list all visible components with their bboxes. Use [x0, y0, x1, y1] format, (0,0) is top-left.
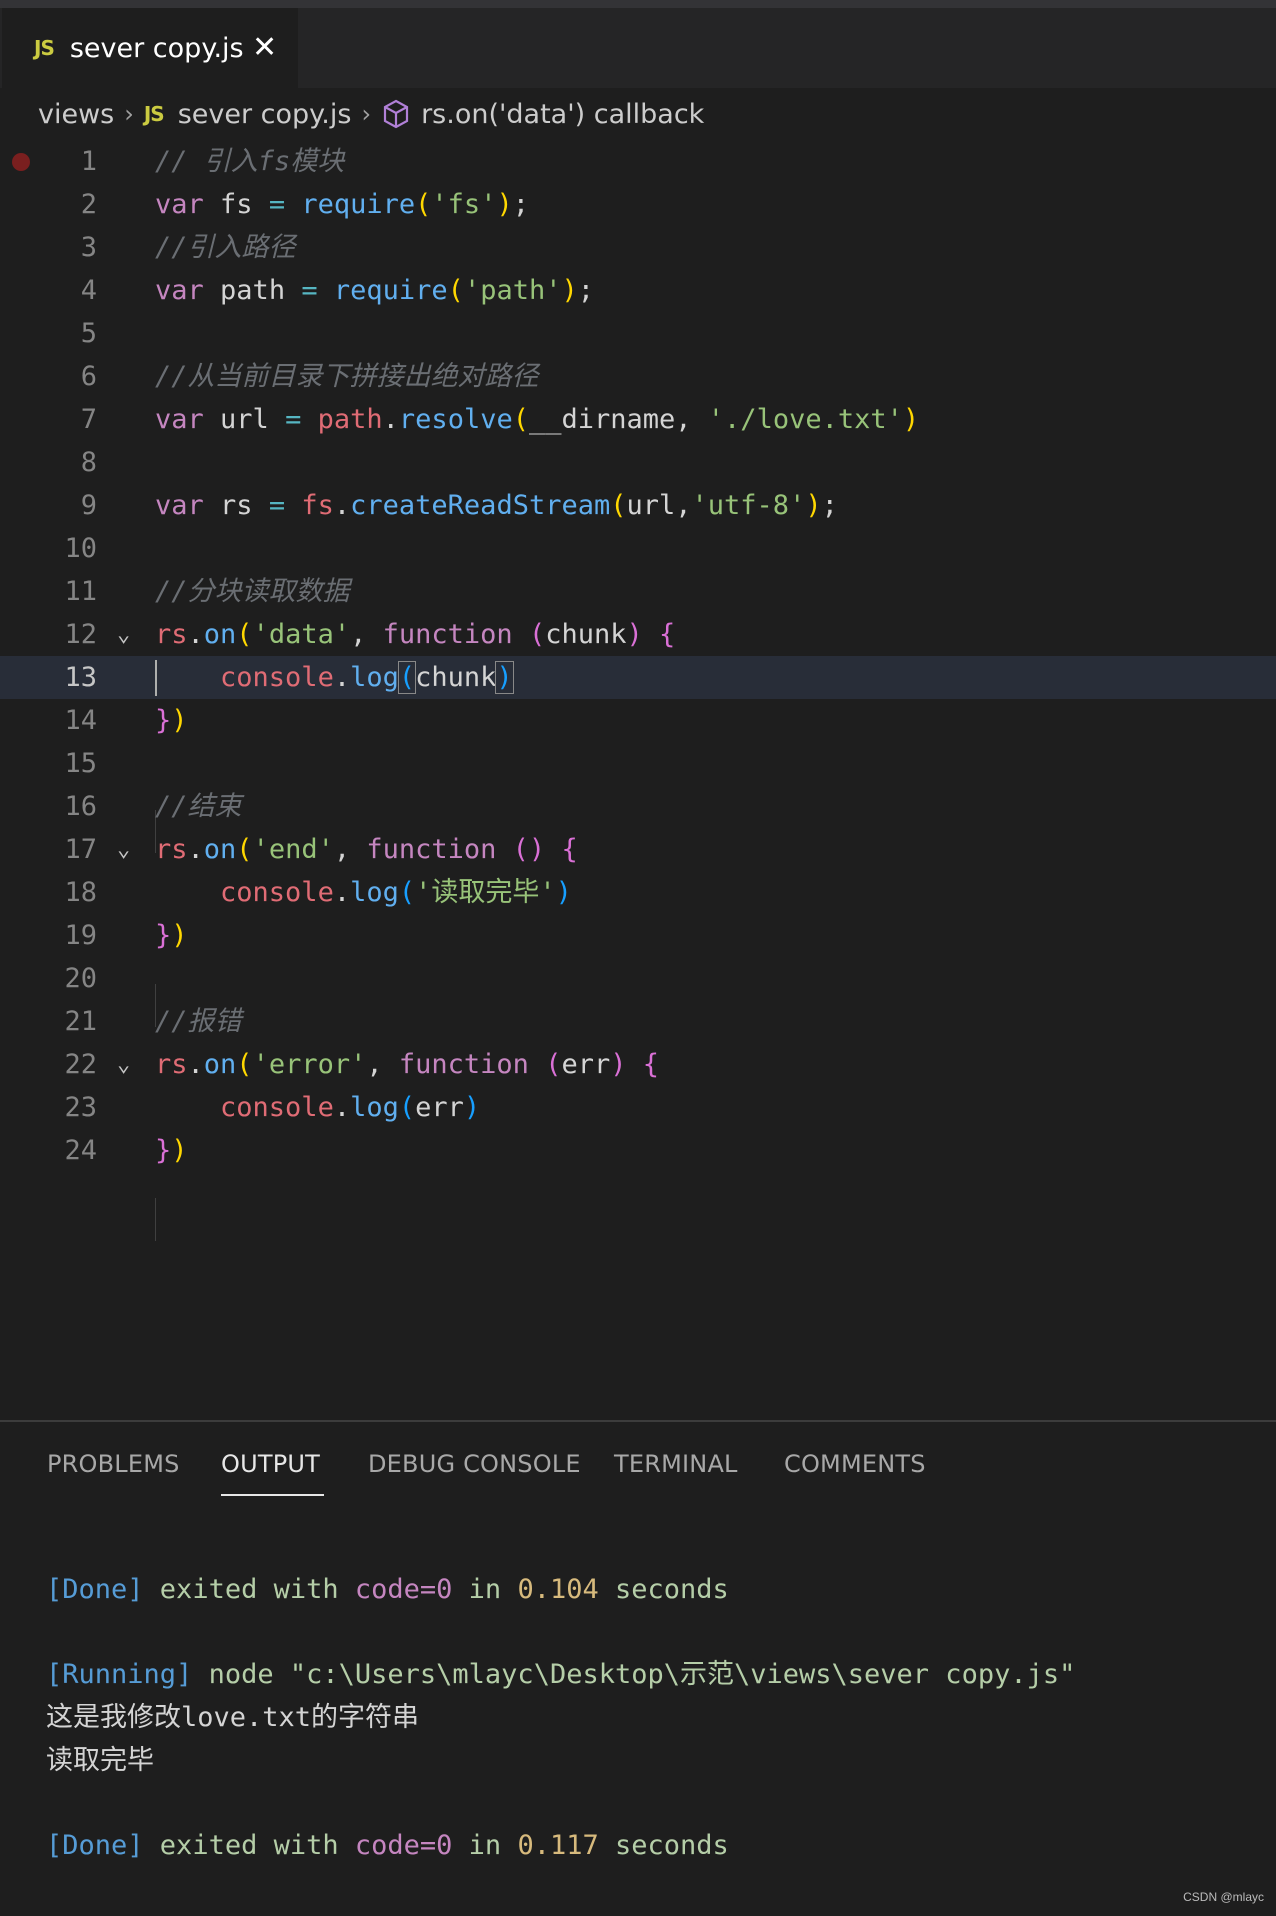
code-line: 9 var rs = fs.createReadStream(url,'utf-8… [0, 484, 1276, 527]
line-number: 17 [64, 834, 97, 865]
breadcrumb-symbol[interactable]: rs.on('data') callback [421, 99, 704, 130]
line-number: 13 [64, 662, 97, 693]
line-number: 18 [64, 877, 97, 908]
line-number: 24 [64, 1135, 97, 1166]
output-line: [Done] exited with code=0 in 0.117 secon… [46, 1830, 729, 1861]
code-editor[interactable]: 1// 引入fs模块 2 var fs = require('fs'); 3//引… [0, 140, 1276, 1420]
breadcrumb-file[interactable]: sever copy.js [178, 99, 352, 130]
javascript-file-icon: JS [143, 102, 165, 126]
code-line: 22 ⌄ rs.on('error', function (err) { [0, 1043, 1276, 1086]
window-top-strip [0, 0, 1276, 8]
breadcrumb: views › JS sever copy.js › rs.on('data')… [38, 94, 704, 134]
code-line: 8 [0, 441, 1276, 484]
line-number: 22 [64, 1049, 97, 1080]
fold-chevron-icon[interactable]: ⌄ [117, 613, 130, 656]
line-number: 4 [80, 275, 97, 306]
line-number: 21 [64, 1006, 97, 1037]
line-number: 23 [64, 1092, 97, 1123]
output-line: 这是我修改love.txt的字符串 [46, 1702, 420, 1733]
close-tab-icon[interactable]: ✕ [252, 32, 277, 64]
code-line: 17 ⌄ rs.on('end', function () { [0, 828, 1276, 871]
line-number: 11 [64, 576, 97, 607]
code-line: 1// 引入fs模块 [0, 140, 1276, 183]
code-line: 24}) [0, 1129, 1276, 1172]
code-line: 15 [0, 742, 1276, 785]
line-number: 3 [80, 232, 97, 263]
code-line: 3//引入路径 [0, 226, 1276, 269]
code-line: 18 console.log('读取完毕') [0, 871, 1276, 914]
code-line: 10 [0, 527, 1276, 570]
line-number: 7 [80, 404, 97, 435]
fold-chevron-icon[interactable]: ⌄ [117, 828, 130, 871]
code-line: 4 var path = require('path'); [0, 269, 1276, 312]
code-line-current: 13 console.log(chunk) [0, 656, 1276, 699]
bottom-panel: PROBLEMS OUTPUT DEBUG CONSOLE TERMINAL C… [0, 1420, 1276, 1916]
line-number: 10 [64, 533, 97, 564]
chevron-right-icon: › [361, 100, 372, 128]
code-line: 5 [0, 312, 1276, 355]
editor-tab-bar: JS sever copy.js ✕ [0, 8, 1276, 88]
code-line: 21//报错 [0, 1000, 1276, 1043]
chevron-right-icon: › [124, 100, 134, 128]
line-number: 2 [80, 189, 97, 220]
code-line: 6//从当前目录下拼接出绝对路径 [0, 355, 1276, 398]
code-line: 14}) [0, 699, 1276, 742]
tab-title: sever copy.js [69, 32, 244, 64]
line-number: 20 [64, 963, 97, 994]
watermark: CSDN @mlayc [1183, 1890, 1264, 1904]
line-number: 16 [64, 791, 97, 822]
tab-output[interactable]: OUTPUT [221, 1450, 325, 1496]
tab-comments[interactable]: COMMENTS [784, 1450, 926, 1478]
panel-tab-bar: PROBLEMS OUTPUT DEBUG CONSOLE TERMINAL C… [0, 1422, 1276, 1504]
line-number: 8 [80, 447, 97, 478]
fold-chevron-icon[interactable]: ⌄ [117, 1043, 130, 1086]
tab-terminal[interactable]: TERMINAL [614, 1450, 738, 1478]
code-line: 12 ⌄ rs.on('data', function (chunk) { [0, 613, 1276, 656]
breadcrumb-folder[interactable]: views [38, 99, 114, 130]
code-line: 2 var fs = require('fs'); [0, 183, 1276, 226]
code-line: 19}) [0, 914, 1276, 957]
output-line: 读取完毕 [46, 1745, 154, 1776]
line-number: 19 [64, 920, 97, 951]
line-number: 14 [64, 705, 97, 736]
code-line: 11//分块读取数据 [0, 570, 1276, 613]
code-line: 23 console.log(err) [0, 1086, 1276, 1129]
line-number: 6 [80, 361, 97, 392]
line-number: 5 [80, 318, 97, 349]
indent-guide [155, 1198, 156, 1241]
tab-problems[interactable]: PROBLEMS [47, 1450, 180, 1478]
tab-debug-console[interactable]: DEBUG CONSOLE [368, 1450, 581, 1478]
javascript-file-icon: JS [34, 36, 55, 60]
line-number: 15 [64, 748, 97, 779]
line-number: 12 [64, 619, 97, 650]
code-line: 7 var url = path.resolve(__dirname, './lo… [0, 398, 1276, 441]
line-number: 9 [80, 490, 97, 521]
method-cube-icon [383, 99, 409, 129]
line-number: 1 [80, 146, 97, 177]
output-line: [Done] exited with code=0 in 0.104 secon… [46, 1574, 729, 1605]
output-line: [Running] node "c:\Users\mlayc\Desktop\示… [46, 1659, 1076, 1690]
code-line: 20 [0, 957, 1276, 1000]
code-line: 16//结束 [0, 785, 1276, 828]
